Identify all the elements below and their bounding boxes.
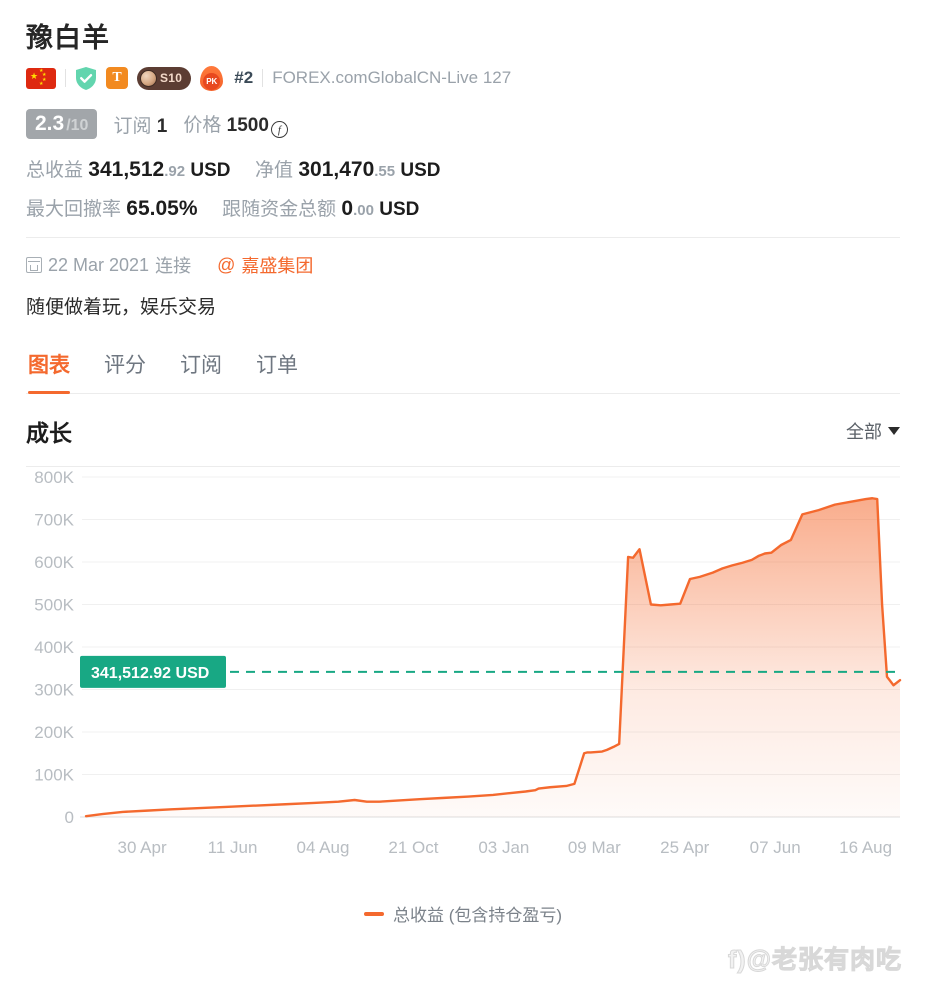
badge-separator-2 [262,69,264,87]
follow-funds-value: 0 [341,197,354,220]
tab-ratings[interactable]: 评分 [104,349,146,393]
y-axis-tick: 600K [34,553,74,572]
level-badge-label: S10 [160,71,183,85]
chart-legend: 总收益 (包含持仓盈亏) [26,901,900,926]
legend-label: 总收益 (包含持仓盈亏) [392,906,563,925]
subscribers-stat: 订阅 1 [113,111,167,138]
chart-title: 成长 [26,420,72,446]
level-badge: S10 [137,66,192,90]
stats-line-secondary: 最大回撤率 65.05% 跟随资金总额 0.00 USD [26,194,900,221]
shield-check-icon [75,66,97,91]
stats-line-primary: 总收益 341,512.92 USD 净值 301,470.55 USD [26,155,900,182]
equity-value: 301,470 [298,158,375,181]
x-axis-tick: 07 Jun [750,838,801,857]
score-value: 2.3 [35,112,65,135]
y-axis-tick: 500K [34,596,74,615]
total-profit-currency: USD [190,160,231,181]
drawdown-label: 最大回撤率 [26,199,122,220]
chevron-down-icon [888,427,900,435]
total-profit-cents: .92 [164,163,186,180]
x-axis-tick: 21 Oct [388,838,438,857]
x-axis-tick: 09 Mar [568,838,621,857]
tab-subscriptions[interactable]: 订阅 [180,349,222,393]
broker-account-label: FOREX.comGlobalCN-Live 127 [272,68,512,87]
price-value: 1500 [226,114,269,136]
chart-header: 成长 全部 [26,394,900,467]
legend-swatch [363,911,384,916]
y-axis-tick: 0 [65,808,74,827]
y-axis-tick: 800K [34,468,74,487]
subscribers-label: 订阅 [113,115,152,137]
profile-description: 随便做着玩，娱乐交易 [26,297,217,318]
price-label: 价格 [183,114,222,136]
x-axis-tick: 03 Jan [478,838,529,857]
profile-page: 豫白羊 ★ ★ ★ ★ ★ T S10 PK #2 FOREX.comGlobalCN-… [0,16,926,926]
range-selector-value: 全部 [846,422,882,442]
broker-name-link[interactable]: 嘉盛集团 [241,252,313,278]
value-marker-label: 341,512.92 USD [91,665,209,682]
badge-row: ★ ★ ★ ★ ★ T S10 PK #2 FOREX.comGlobalCN-Live… [26,65,900,91]
x-axis-tick: 25 Apr [660,838,709,857]
connect-date: 22 Mar 2021 [48,254,150,275]
subscribers-value: 1 [156,115,168,137]
section-divider [26,237,900,238]
drawdown-value: 65.05% [126,197,198,220]
y-axis-tick: 300K [34,681,74,700]
follow-funds-cents: .00 [353,202,374,219]
equity-cents: .55 [374,163,396,180]
follow-funds-currency: USD [379,199,420,220]
equity-currency: USD [400,160,441,181]
tab-orders[interactable]: 订单 [256,349,298,393]
pk-badge-label: PK [203,72,221,90]
rank-label: #2 [234,68,254,87]
page-title: 豫白羊 [26,23,110,53]
price-stat: 价格 1500 f [183,110,288,139]
y-axis-tick: 400K [34,638,74,657]
t-badge-icon: T [106,67,128,89]
follow-funds-label: 跟随资金总额 [222,199,337,220]
tab-charts[interactable]: 图表 [28,349,70,394]
flag-cn-icon: ★ ★ ★ ★ ★ [26,67,56,89]
chart-canvas: 0 100K 200K 300K 400K 500K 600K 700K 800K 30 Apr 1… [34,468,902,857]
y-axis-tick: 100K [34,766,74,785]
x-axis-tick: 16 Aug [839,838,892,857]
total-profit-label: 总收益 [26,160,84,181]
growth-chart[interactable]: 0 100K 200K 300K 400K 500K 600K 700K 800K 30 Apr 1… [0,467,926,897]
f-coin-icon: f [270,121,288,139]
y-axis-tick: 200K [34,723,74,742]
range-selector[interactable]: 全部 [846,418,900,444]
x-axis-tick: 11 Jun [208,838,258,857]
total-profit-value: 341,512 [88,158,165,181]
meta-line: 22 Mar 2021 连接 @ 嘉盛集团 [26,252,900,278]
equity-label: 净值 [255,160,294,181]
score-denominator: /10 [66,117,89,134]
rating-row: 2.3 /10 订阅 1 价格 1500 f [26,109,900,139]
connect-label: 连接 [155,256,192,276]
badge-separator [65,69,66,87]
tab-bar: 图表 评分 订阅 订单 [26,349,900,394]
score-badge: 2.3 /10 [26,109,98,139]
x-axis-tick: 30 Apr [117,838,166,857]
calendar-icon [26,257,42,273]
x-axis-tick: 04 Aug [296,838,349,857]
pk-badge-icon: PK [200,65,224,91]
coin-icon [140,69,157,87]
watermark: f)@老张有肉吃 [727,946,902,975]
at-symbol-icon: @ [217,254,236,275]
y-axis-tick: 700K [34,511,74,530]
